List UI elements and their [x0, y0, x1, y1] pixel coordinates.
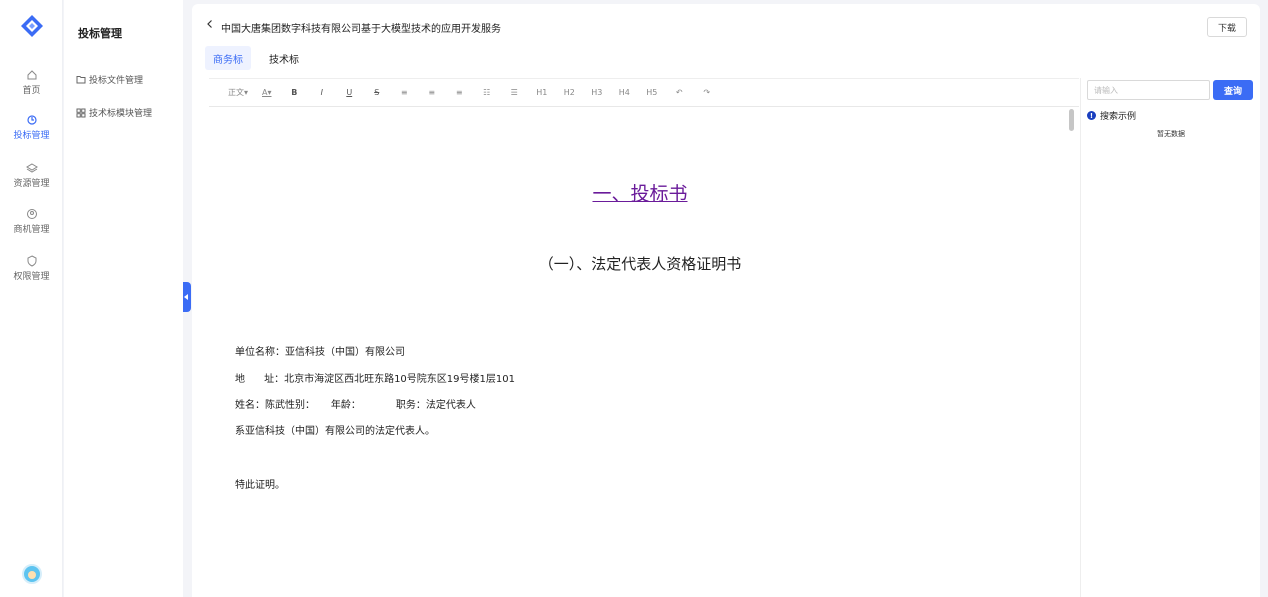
font-color-button[interactable]: A▾ — [253, 88, 281, 97]
back-icon[interactable] — [205, 19, 215, 29]
heading4-button[interactable]: H4 — [611, 88, 639, 97]
underline-button[interactable]: U — [336, 88, 364, 97]
nav-item-label: 权限管理 — [13, 272, 50, 282]
submenu-item-tech-modules[interactable]: 技术标模块管理 — [76, 106, 152, 119]
chat-icon — [26, 209, 37, 219]
app-logo[interactable] — [20, 14, 44, 38]
nav-item-resources[interactable]: 资源管理 — [0, 162, 63, 189]
shield-icon — [27, 255, 36, 267]
doc-line-company: 单位名称：亚信科技（中国）有限公司 — [235, 347, 405, 358]
layers-icon — [25, 163, 38, 173]
align-right-button[interactable]: ≡ — [446, 88, 474, 97]
submenu-item-label: 技术标模块管理 — [89, 109, 153, 119]
nav-item-bid[interactable]: 投标管理 — [0, 109, 63, 147]
search-input[interactable] — [1087, 80, 1210, 100]
ordered-list-button[interactable]: ☰ — [501, 88, 529, 97]
collapse-sidebar-button[interactable] — [183, 282, 191, 312]
heading2-button[interactable]: H2 — [556, 88, 584, 97]
doc-line-address: 地 址：北京市海淀区西北旺东路10号院东区19号楼1层101 — [235, 374, 515, 385]
italic-button[interactable]: I — [308, 88, 336, 97]
page-title: 中国大唐集团数字科技有限公司基于大模型技术的应用开发服务 — [221, 24, 501, 35]
doc-line-representative: 系亚信科技（中国）有限公司的法定代表人。 — [235, 426, 435, 437]
document-body[interactable]: 一、投标书 （一）、法定代表人资格证明书 单位名称：亚信科技（中国）有限公司 地… — [209, 107, 1079, 597]
doc-line-name: 姓名：陈武性别： 年龄： 职务：法定代表人 — [235, 400, 476, 411]
nav-item-business[interactable]: 商机管理 — [0, 208, 63, 235]
align-left-button[interactable]: ≡ — [391, 88, 419, 97]
info-icon: ! — [1087, 111, 1096, 120]
doc-line-certify: 特此证明。 — [235, 480, 285, 491]
nav-item-label: 商机管理 — [13, 225, 50, 235]
tab-business[interactable]: 商务标 — [205, 46, 251, 70]
home-icon — [27, 70, 36, 80]
search-button[interactable]: 查询 — [1213, 80, 1253, 100]
nav-rail: 首页 投标管理 资源管理 商机管理 权限管理 — [0, 0, 63, 597]
submenu-item-label: 投标文件管理 — [89, 76, 144, 86]
editor-toolbar: 正文▾ A▾ B I U S ≡ ≡ ≡ ☷ ☰ H1 H2 H3 H4 H5 … — [209, 79, 1079, 107]
nav-item-label: 首页 — [22, 86, 41, 96]
redo-button[interactable]: ↷ — [693, 88, 721, 97]
document-heading1: 一、投标书 — [592, 183, 688, 205]
undo-button[interactable]: ↶ — [666, 88, 694, 97]
submenu: 投标管理 投标文件管理 技术标模块管理 — [64, 0, 183, 597]
search-example-label: 搜索示例 — [1100, 112, 1137, 122]
document-heading2: （一）、法定代表人资格证明书 — [538, 255, 742, 273]
bid-icon — [26, 115, 37, 125]
rich-text-editor: 正文▾ A▾ B I U S ≡ ≡ ≡ ☷ ☰ H1 H2 H3 H4 H5 … — [209, 78, 1079, 597]
folder-icon — [76, 76, 86, 84]
nav-item-permissions[interactable]: 权限管理 — [0, 255, 63, 282]
nav-item-label: 投标管理 — [13, 131, 50, 141]
download-button[interactable]: 下载 — [1207, 17, 1247, 37]
avatar[interactable] — [22, 564, 42, 584]
heading3-button[interactable]: H3 — [583, 88, 611, 97]
main-panel: 中国大唐集团数字科技有限公司基于大模型技术的应用开发服务 下载 商务标 技术标 … — [192, 4, 1260, 597]
nav-item-label: 资源管理 — [13, 179, 50, 189]
grid-icon — [76, 108, 86, 117]
align-center-button[interactable]: ≡ — [418, 88, 446, 97]
search-example[interactable]: ! 搜索示例 — [1087, 109, 1136, 122]
heading1-button[interactable]: H1 — [528, 88, 556, 97]
bold-button[interactable]: B — [281, 88, 309, 97]
strikethrough-button[interactable]: S — [363, 88, 391, 97]
submenu-item-bid-files[interactable]: 投标文件管理 — [76, 73, 143, 86]
paragraph-style-select[interactable]: 正文▾ — [223, 87, 253, 98]
empty-state: 暂无数据 — [1157, 130, 1185, 138]
submenu-title: 投标管理 — [78, 27, 122, 40]
tab-technical[interactable]: 技术标 — [261, 46, 307, 70]
bullet-list-button[interactable]: ☷ — [473, 88, 501, 97]
heading5-button[interactable]: H5 — [638, 88, 666, 97]
nav-item-home[interactable]: 首页 — [0, 69, 63, 96]
search-panel: 查询 ! 搜索示例 暂无数据 — [1080, 78, 1260, 597]
